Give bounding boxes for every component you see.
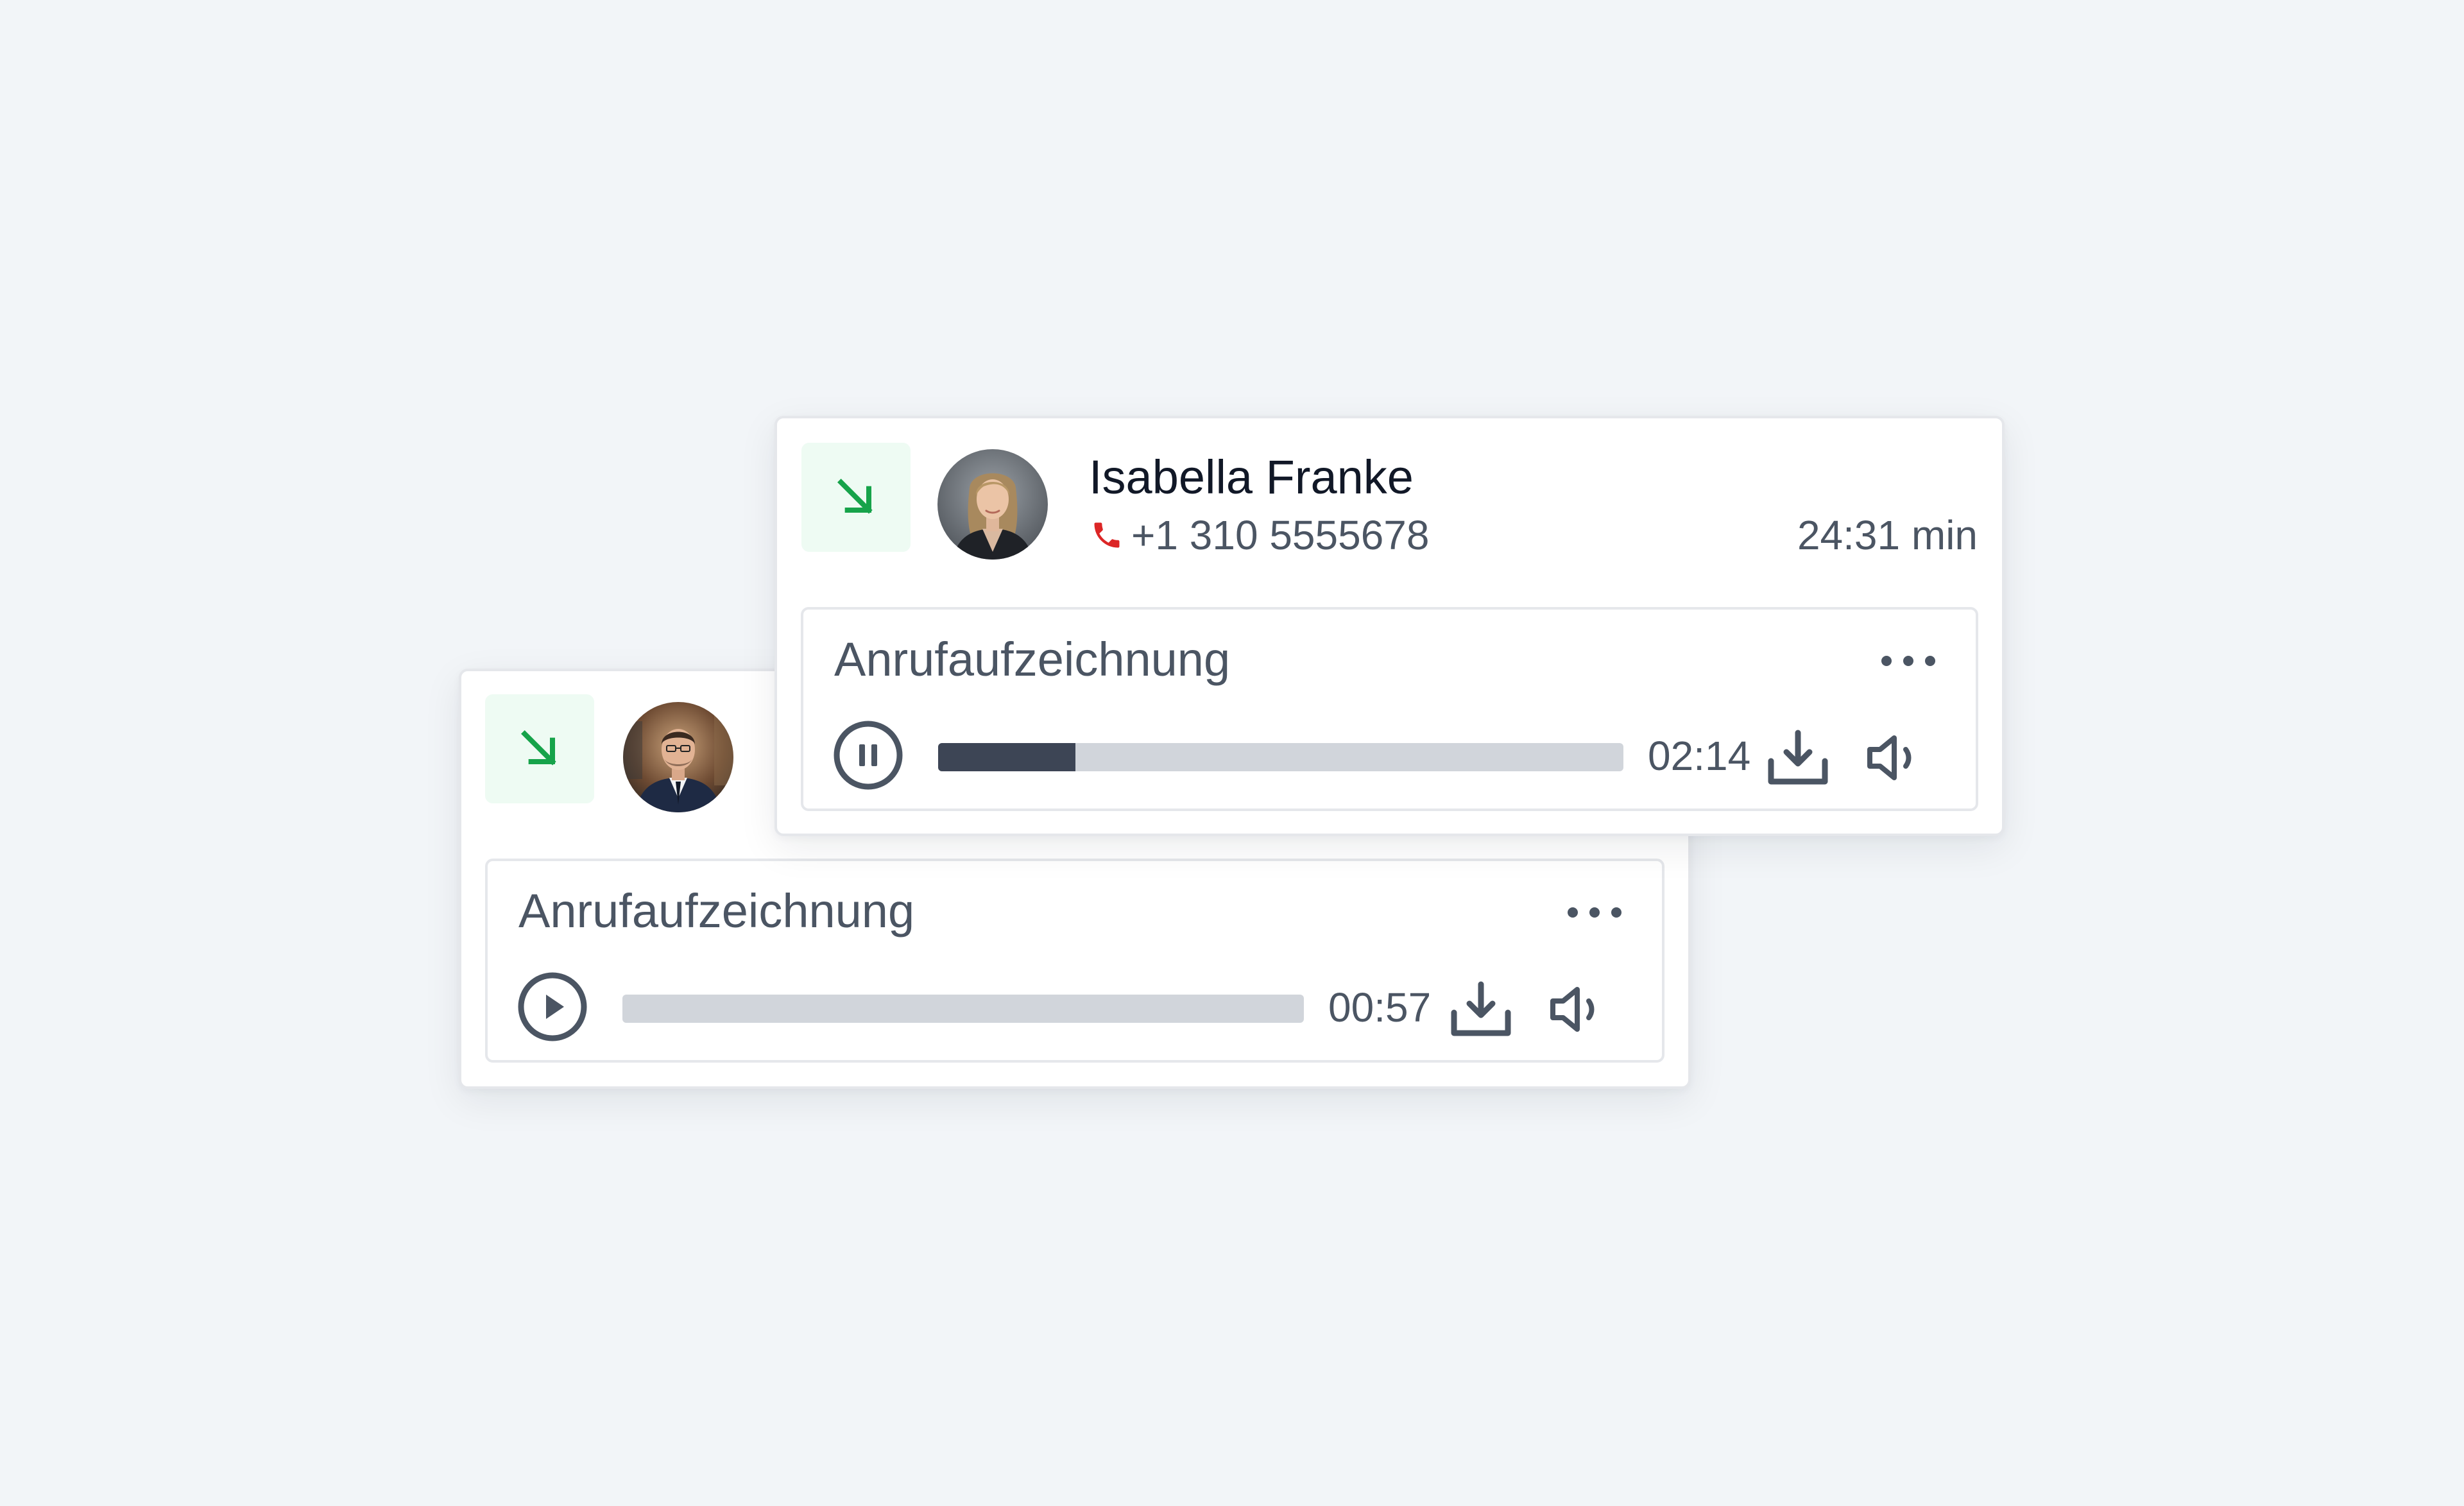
call-duration: 24:31 min xyxy=(1797,512,1978,558)
incoming-call-indicator xyxy=(485,694,594,803)
arrow-down-right-icon xyxy=(521,730,556,766)
playback-time: 02:14 xyxy=(1648,733,1751,779)
pause-icon xyxy=(834,721,903,790)
download-button[interactable] xyxy=(1449,980,1513,1038)
playback-progress-fill xyxy=(938,743,1075,771)
more-horizontal-icon xyxy=(1881,656,1935,666)
avatar-man-icon xyxy=(623,702,733,812)
more-options-button[interactable] xyxy=(1566,900,1623,925)
phone-number[interactable]: +1 310 5555678 xyxy=(1131,511,1429,560)
phone-row: +1 310 5555678 xyxy=(1090,511,1429,560)
volume-button[interactable] xyxy=(1863,729,1921,787)
call-card-active: Isabella Franke +1 310 5555678 24:31 min… xyxy=(774,416,2005,836)
arrow-down-right-icon xyxy=(837,479,873,514)
volume-button[interactable] xyxy=(1546,980,1604,1038)
recording-panel: Anrufaufzeichnung 00:57 xyxy=(485,859,1664,1063)
play-button[interactable] xyxy=(517,971,588,1042)
contact-avatar[interactable] xyxy=(937,449,1048,560)
playback-progress-bar[interactable] xyxy=(938,743,1623,771)
play-icon xyxy=(518,972,587,1041)
pause-button[interactable] xyxy=(833,720,903,791)
phone-icon xyxy=(1094,522,1120,548)
playback-progress-bar[interactable] xyxy=(622,995,1304,1023)
volume-icon xyxy=(1550,987,1595,1032)
avatar-woman-icon xyxy=(937,449,1048,560)
more-options-button[interactable] xyxy=(1879,648,1937,674)
contact-name: Isabella Franke xyxy=(1089,450,1414,504)
download-button[interactable] xyxy=(1766,729,1830,787)
contact-avatar[interactable] xyxy=(623,702,733,812)
playback-time: 00:57 xyxy=(1328,984,1432,1031)
more-horizontal-icon xyxy=(1568,907,1621,918)
recording-title: Anrufaufzeichnung xyxy=(518,884,915,937)
download-icon xyxy=(1768,730,1828,785)
incoming-call-indicator xyxy=(801,443,911,552)
download-icon xyxy=(1451,981,1511,1036)
recording-panel: Anrufaufzeichnung 02:14 xyxy=(801,607,1978,811)
volume-icon xyxy=(1867,735,1912,780)
recording-title: Anrufaufzeichnung xyxy=(834,633,1231,686)
